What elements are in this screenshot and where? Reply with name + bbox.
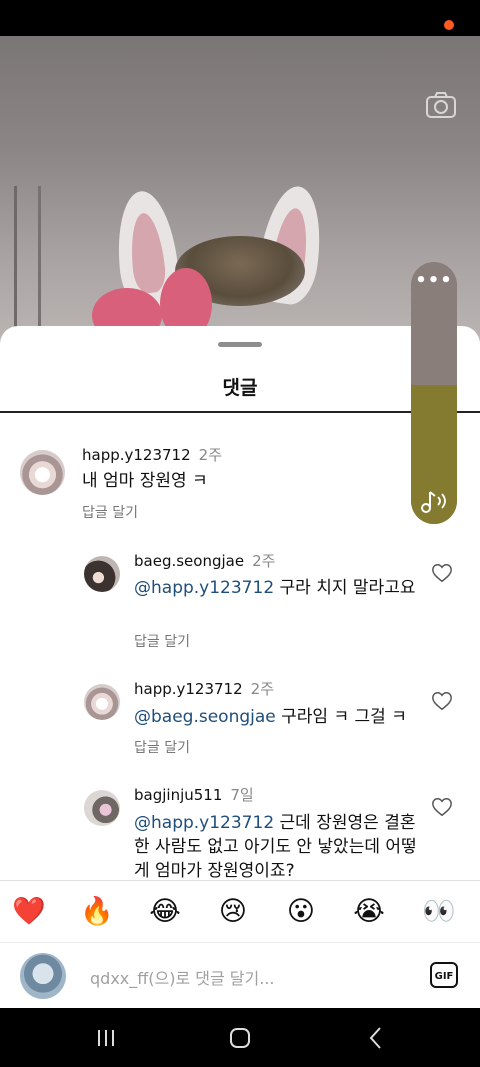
emoji-reaction-bar: ❤️ 🔥 😂 😢 😮 😭 👀	[0, 880, 480, 943]
volume-slider[interactable]: •••	[411, 262, 457, 524]
avatar[interactable]	[84, 684, 120, 720]
recording-indicator-dot	[444, 20, 454, 30]
comment-time: 2주	[252, 552, 276, 570]
comment-username[interactable]: happ.y123712	[82, 446, 191, 464]
volume-menu-icon[interactable]: •••	[411, 270, 457, 291]
emoji-laugh-button[interactable]: 😂	[148, 895, 182, 929]
status-bar	[0, 0, 480, 36]
comment-input-bar: qdxx_ff(으)로 댓글 달기... GIF	[0, 942, 480, 1009]
heart-icon[interactable]	[431, 562, 453, 584]
comment-input[interactable]: qdxx_ff(으)로 댓글 달기...	[90, 965, 275, 989]
heart-icon[interactable]	[431, 690, 453, 712]
gif-button[interactable]: GIF	[430, 962, 458, 988]
avatar[interactable]	[84, 556, 120, 592]
heart-icon[interactable]	[431, 796, 453, 818]
comment-text: 구라임 ㅋ 그걸 ㅋ	[275, 707, 407, 727]
mention-link[interactable]: @happ.y123712	[134, 813, 274, 833]
comment-text: 구라 치지 말라고요	[274, 578, 416, 598]
emoji-cry-button[interactable]: 😭	[352, 895, 386, 929]
comment-text: 내 엄마 장원영 ㅋ	[82, 471, 208, 491]
comment-time: 2주	[198, 446, 222, 464]
emoji-fire-button[interactable]: 🔥	[80, 895, 114, 929]
reply-button[interactable]: 답글 달기	[134, 631, 190, 651]
emoji-heart-button[interactable]: ❤️	[12, 895, 46, 929]
emoji-sad-button[interactable]: 😢	[216, 895, 250, 929]
system-nav-bar	[0, 1008, 480, 1067]
drag-handle[interactable]	[218, 342, 262, 347]
my-avatar	[20, 953, 66, 999]
music-note-icon	[421, 491, 446, 513]
title-divider	[0, 411, 480, 413]
comment-username[interactable]: baeg.seongjae	[134, 552, 244, 570]
emoji-eyes-button[interactable]: 👀	[422, 895, 456, 929]
recents-icon[interactable]	[90, 1022, 122, 1054]
mention-link[interactable]: @happ.y123712	[134, 578, 274, 598]
sheet-title: 댓글	[222, 377, 258, 399]
live-video-background	[0, 36, 480, 356]
comment-time: 2주	[250, 680, 274, 698]
reply-button[interactable]: 답글 달기	[82, 502, 138, 522]
mention-link[interactable]: @baeg.seongjae	[134, 707, 276, 727]
comment-username[interactable]: bagjinju511	[134, 786, 222, 804]
reply-button[interactable]: 답글 달기	[134, 737, 190, 757]
avatar[interactable]	[20, 450, 65, 495]
comment-time: 7일	[230, 786, 254, 804]
home-icon[interactable]	[224, 1022, 256, 1054]
comment-username[interactable]: happ.y123712	[134, 680, 243, 698]
emoji-wow-button[interactable]: 😮	[284, 895, 318, 929]
back-icon[interactable]	[360, 1022, 392, 1054]
avatar[interactable]	[84, 790, 120, 826]
camera-icon[interactable]	[424, 88, 458, 122]
